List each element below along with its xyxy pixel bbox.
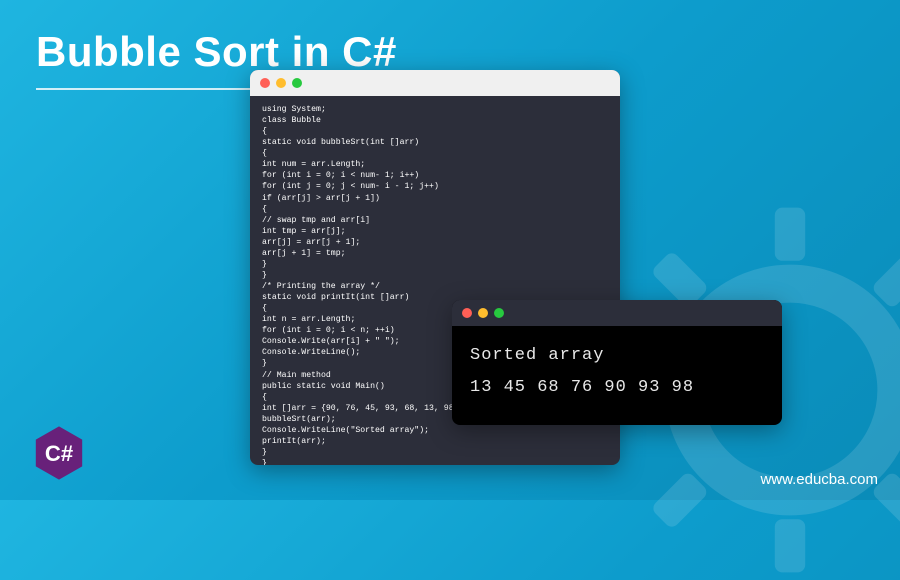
maximize-icon — [292, 78, 302, 88]
minimize-icon — [276, 78, 286, 88]
page-title: Bubble Sort in C# — [36, 28, 397, 76]
csharp-badge-text: C# — [45, 441, 73, 466]
footer-url: www.educba.com — [760, 471, 878, 488]
minimize-icon — [478, 308, 488, 318]
maximize-icon — [494, 308, 504, 318]
output-line-2: 13 45 68 76 90 93 98 — [470, 372, 764, 404]
output-content: Sorted array 13 45 68 76 90 93 98 — [452, 326, 782, 419]
close-icon — [260, 78, 270, 88]
window-chrome — [250, 70, 620, 96]
csharp-logo: C# — [30, 424, 88, 482]
output-window: Sorted array 13 45 68 76 90 93 98 — [452, 300, 782, 425]
window-chrome — [452, 300, 782, 326]
output-line-1: Sorted array — [470, 340, 764, 372]
close-icon — [462, 308, 472, 318]
